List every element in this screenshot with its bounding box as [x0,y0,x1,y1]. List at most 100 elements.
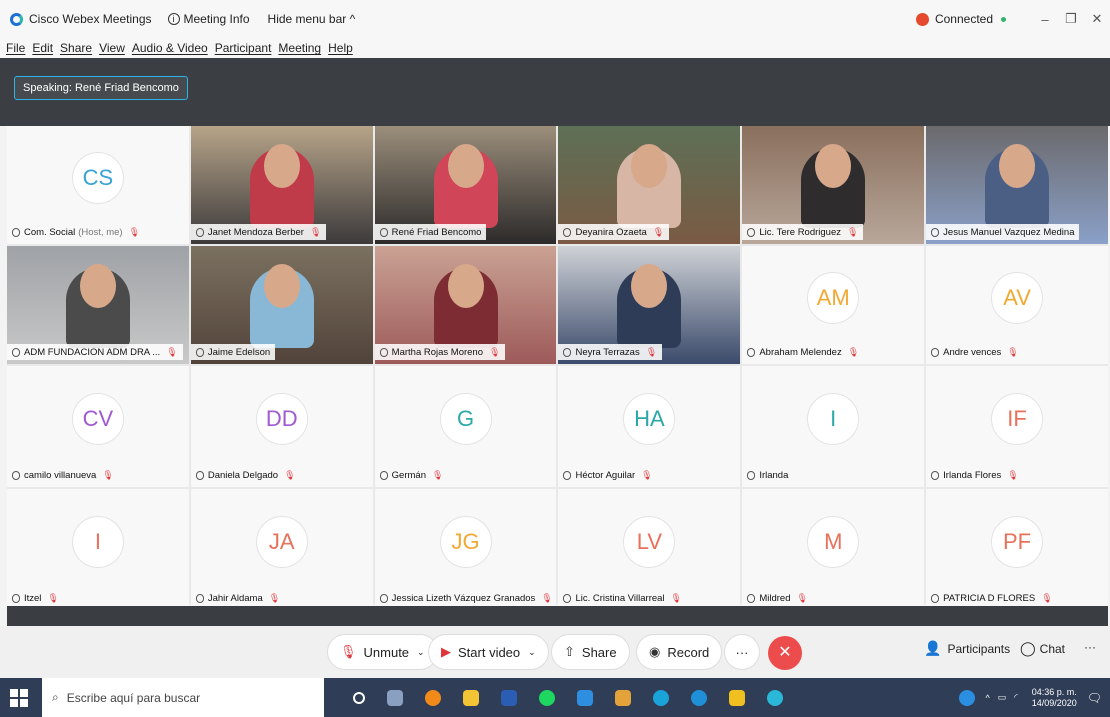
participant-tile[interactable]: CS Com. Social (Host, me) 🎙 [7,126,189,244]
audio-icon [12,227,20,237]
participant-face [263,264,300,308]
participant-name-label: Jesus Manuel Vazquez Medina [926,224,1080,240]
participant-tile[interactable]: AM Abraham Melendez 🎙 [742,246,925,364]
share-button[interactable]: ⇧ Share [551,634,630,670]
participant-tile[interactable]: AV Andre vences 🎙 [926,246,1108,364]
participant-tile[interactable]: Deyanira Ozaeta 🎙 [558,126,741,244]
muted-mic-icon: 🎙 [641,469,653,480]
edge-icon[interactable] [691,689,707,706]
menu-bar: File Edit Share View Audio & Video Parti… [0,38,1110,58]
store-icon[interactable] [577,689,593,706]
restore-button[interactable]: ❐ [1058,11,1084,27]
browser-icon[interactable] [653,689,669,706]
start-video-button[interactable]: ▶ Start video ⌄ [428,634,549,670]
chevron-down-icon[interactable]: ⌄ [417,647,425,658]
audio-icon [931,347,940,357]
participant-name: Irlanda Flores [943,469,1002,481]
muted-mic-icon: 🎙 [847,226,859,237]
file-explorer-icon[interactable] [463,689,479,706]
participant-tile[interactable]: CV camilo villanueva 🎙 [7,366,189,487]
participant-tile[interactable]: Martha Rojas Moreno 🎙 [374,246,557,364]
participant-tile[interactable]: JG Jessica Lizeth Vázquez Granados 🎙 [374,489,557,610]
notifications-icon[interactable]: 🗨 [1087,691,1102,705]
chat-button[interactable]: ◯ Chat [1020,640,1065,657]
participant-tile[interactable]: Lic. Tere Rodriguez 🎙 [742,126,925,244]
task-view-icon[interactable] [387,689,403,706]
participant-name: ADM FUNDACION ADM DRA ... [24,346,161,358]
audio-icon [195,347,204,357]
participant-name: Com. Social [24,226,76,238]
participant-tile[interactable]: HA Héctor Aguilar 🎙 [558,366,741,487]
menu-view[interactable]: View [99,41,125,55]
participant-tile[interactable]: PF PATRICIA D FLORES 🎙 [926,489,1108,610]
muted-mic-icon: 🎙 [102,469,114,480]
menu-share[interactable]: Share [60,41,92,55]
menu-file[interactable]: File [6,41,25,55]
taskbar-search-input[interactable]: ⌕ Escribe aquí para buscar [42,678,324,717]
connection-status[interactable]: Connected [935,12,993,26]
more-options-button[interactable]: ··· [724,634,760,670]
muted-mic-icon: 🎙 [670,592,682,603]
meeting-info-button[interactable]: i Meeting Info [167,12,250,26]
search-placeholder: Escribe aquí para buscar [66,690,201,705]
participant-tile[interactable]: Jesus Manuel Vazquez Medina [926,126,1108,244]
game-icon[interactable] [615,689,631,706]
menu-participant[interactable]: Participant [215,41,272,55]
lock-app-icon[interactable] [729,689,745,706]
menu-audio-video[interactable]: Audio & Video [132,41,208,55]
firefox-icon[interactable] [425,689,441,706]
minimize-button[interactable]: – [1032,12,1058,27]
muted-mic-icon: 🎙 [128,226,140,237]
wifi-icon[interactable]: ◜ [1014,692,1018,703]
meeting-toolbar: 🎙 Unmute ⌄ ▶ Start video ⌄ ⇧ Share ◉ Rec… [0,626,1110,678]
participant-tile[interactable]: I Irlanda [742,366,925,487]
info-icon: i [167,13,180,25]
webex-tray-icon[interactable] [959,689,976,706]
cortana-icon[interactable] [353,691,365,704]
windows-start-icon[interactable] [10,688,28,707]
unmute-button[interactable]: 🎙 Unmute ⌄ [327,634,438,670]
avatar: LV [623,516,676,569]
host-tag: (Host, me) [78,226,123,238]
participant-tile[interactable]: Janet Mendoza Berber 🎙 [190,126,373,244]
spotify-icon[interactable] [539,689,555,706]
participant-tile[interactable]: I Itzel 🎙 [7,489,189,610]
webex-taskbar-icon[interactable] [767,689,783,706]
overflow-button[interactable]: ··· [1084,640,1096,654]
participant-name-label: Martha Rojas Moreno 🎙 [374,344,506,360]
word-icon[interactable] [501,689,517,706]
participant-tile[interactable]: LV Lic. Cristina Villarreal 🎙 [558,489,741,610]
speaking-indicator: Speaking: René Friad Bencomo [14,76,188,100]
audio-icon [747,470,756,480]
muted-mic-icon: 🎙 [541,592,553,603]
tray-chevron-icon[interactable]: ^ [985,693,989,703]
taskbar-clock[interactable]: 04:36 p. m. 14/09/2020 [1032,687,1077,709]
participant-name-label: Jaime Edelson [190,344,276,360]
menu-help[interactable]: Help [328,41,353,55]
participant-tile[interactable]: M Mildred 🎙 [742,489,925,610]
hide-menu-bar-button[interactable]: Hide menu bar ^ [268,12,356,26]
participant-tile[interactable]: Neyra Terrazas 🎙 [558,246,741,364]
close-button[interactable]: ✕ [1084,11,1110,27]
muted-mic-icon: 🎙 [847,346,860,357]
participant-name: Andre vences [943,346,1002,358]
status-dot-icon [1001,16,1006,22]
menu-meeting[interactable]: Meeting [278,41,321,55]
participant-name-label: Héctor Aguilar 🎙 [558,467,657,483]
participants-button[interactable]: 👤 Participants [924,640,1010,657]
participant-tile[interactable]: G Germán 🎙 [374,366,557,487]
participant-tile[interactable]: ADM FUNDACION ADM DRA ... 🎙 [7,246,189,364]
participant-tile[interactable]: DD Daniela Delgado 🎙 [190,366,373,487]
participant-tile[interactable]: JA Jahir Aldama 🎙 [190,489,373,610]
audio-icon [747,227,756,237]
participant-tile[interactable]: René Friad Bencomo [374,126,557,244]
participant-name-label: Com. Social (Host, me) 🎙 [7,224,145,240]
chevron-down-icon[interactable]: ⌄ [528,647,536,658]
leave-meeting-button[interactable]: ✕ [768,636,802,670]
participant-tile[interactable]: IF Irlanda Flores 🎙 [926,366,1108,487]
system-tray: ^ ▭ ◜ 04:36 p. m. 14/09/2020 🗨 [959,678,1102,717]
menu-edit[interactable]: Edit [32,41,53,55]
record-button[interactable]: ◉ Record [636,634,723,670]
participant-tile[interactable]: Jaime Edelson [190,246,373,364]
participant-name-label: Mildred 🎙 [742,590,813,606]
